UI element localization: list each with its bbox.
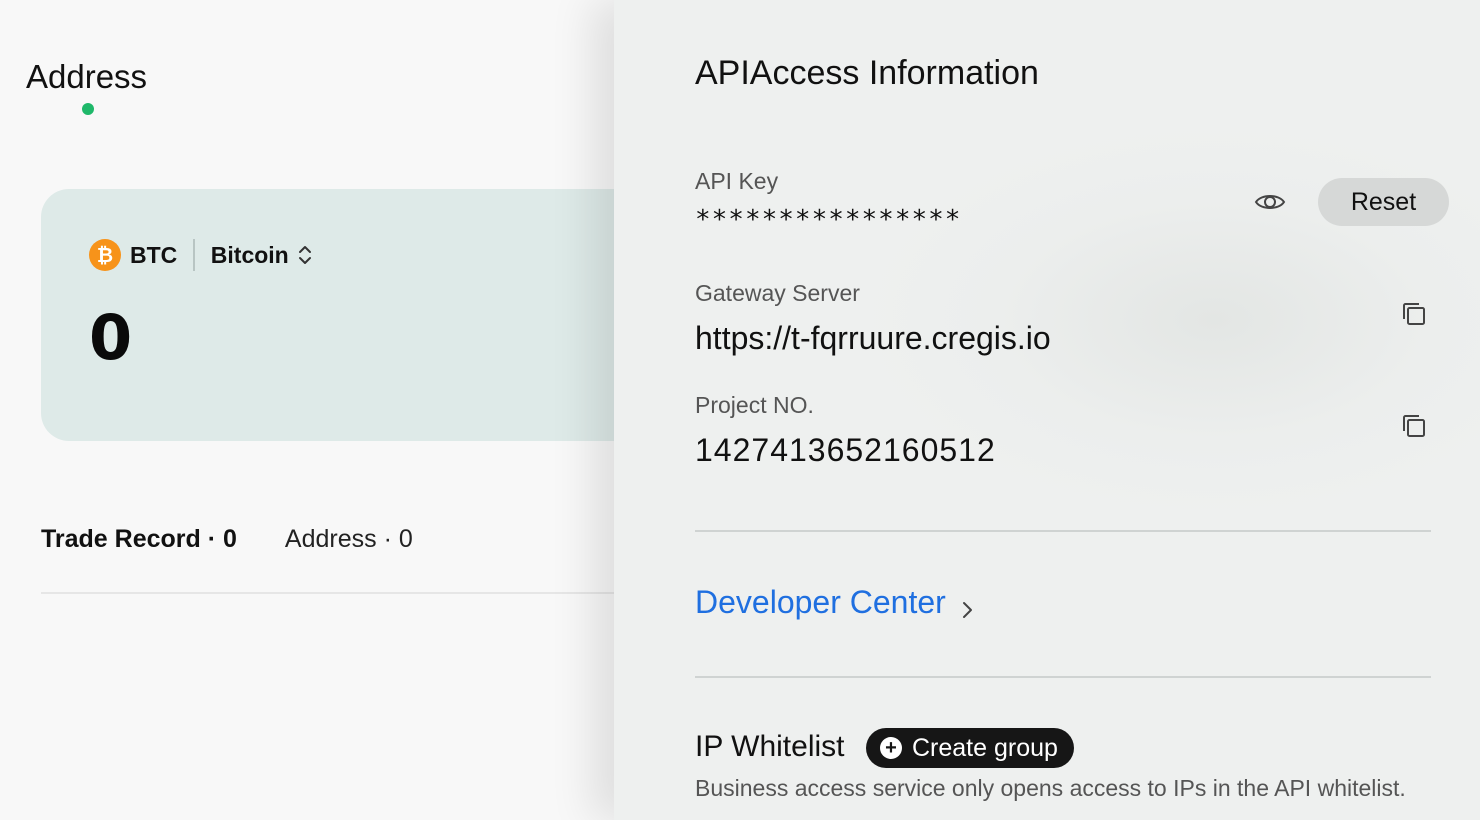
- balance-value: 0: [89, 301, 133, 374]
- coin-symbol: BTC: [130, 241, 178, 268]
- coin-divider: [193, 239, 195, 271]
- chevron-right-icon: [960, 592, 974, 618]
- reset-button[interactable]: Reset: [1318, 178, 1449, 226]
- coin-selector[interactable]: ₿ BTC Bitcoin: [89, 239, 313, 271]
- address-page: Address ₿ BTC Bitcoin 0 Trade Record · 0…: [0, 0, 614, 820]
- section-divider: [695, 530, 1431, 532]
- ip-whitelist-description: Business access service only opens acces…: [695, 775, 1406, 801]
- tab-trade-record[interactable]: Trade Record · 0: [41, 525, 237, 554]
- plus-circle-icon: +: [880, 737, 902, 759]
- create-group-label: Create group: [912, 733, 1058, 762]
- bitcoin-icon: ₿: [89, 239, 121, 271]
- sort-switch-icon[interactable]: [297, 243, 313, 267]
- ip-whitelist-title: IP Whitelist: [695, 730, 845, 763]
- api-key-label: API Key: [695, 168, 779, 194]
- active-indicator-dot: [82, 103, 94, 115]
- gateway-server-value: https://t-fqrruure.cregis.io: [695, 320, 1051, 356]
- copy-icon[interactable]: [1400, 412, 1428, 440]
- page-title: Address: [26, 58, 148, 95]
- tab-address[interactable]: Address · 0: [285, 525, 413, 554]
- coin-name: Bitcoin: [210, 241, 289, 268]
- asset-card: ₿ BTC Bitcoin 0: [41, 189, 614, 441]
- api-key-value: ****************: [695, 205, 962, 235]
- drawer-title: APIAccess Information: [695, 54, 1039, 92]
- create-group-button[interactable]: + Create group: [866, 728, 1074, 768]
- project-no-value: 1427413652160512: [695, 432, 996, 468]
- section-divider: [695, 676, 1431, 678]
- copy-icon[interactable]: [1400, 300, 1428, 328]
- developer-center-link[interactable]: Developer Center: [695, 584, 974, 621]
- api-access-drawer: APIAccess Information API Key **********…: [614, 0, 1480, 820]
- developer-center-label: Developer Center: [695, 584, 946, 620]
- gateway-server-label: Gateway Server: [695, 280, 860, 306]
- tabs-divider: [41, 592, 614, 594]
- eye-icon[interactable]: [1252, 186, 1288, 218]
- project-no-label: Project NO.: [695, 392, 814, 418]
- record-tabs: Trade Record · 0 Address · 0: [41, 525, 413, 554]
